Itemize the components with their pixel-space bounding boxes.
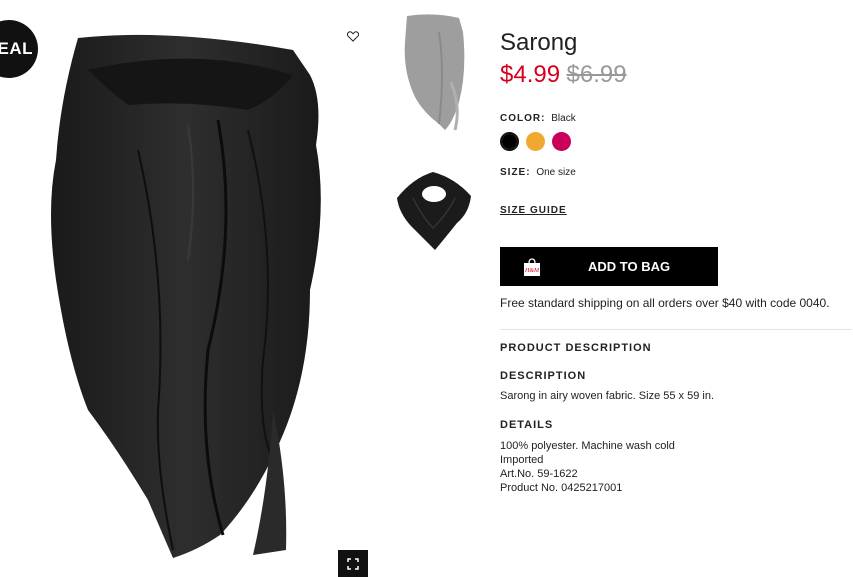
details-item: Product No. 0425217001 — [500, 482, 623, 494]
divider — [500, 329, 852, 330]
add-to-bag-button[interactable]: H&M ADD TO BAG — [500, 247, 718, 286]
shopping-bag-icon: H&M — [524, 257, 540, 276]
size-label: SIZE: — [500, 167, 531, 178]
details-heading: DETAILS — [500, 419, 554, 431]
swatch-pink[interactable] — [552, 132, 571, 151]
svg-text:H&M: H&M — [524, 268, 540, 274]
color-swatches — [500, 132, 852, 151]
shipping-note: Free standard shipping on all orders ove… — [500, 296, 830, 310]
swatch-black[interactable] — [500, 132, 519, 151]
product-description-heading[interactable]: PRODUCT DESCRIPTION — [500, 342, 652, 354]
color-selected-value: Black — [551, 113, 576, 124]
thumbnail-worn-grey[interactable] — [393, 12, 475, 134]
deal-badge-text: EAL — [0, 39, 33, 58]
main-product-image — [51, 34, 321, 558]
details-item: Art.No. 59-1622 — [500, 468, 578, 480]
color-label-row: COLOR: Black — [500, 113, 852, 125]
size-value: One size — [536, 167, 576, 178]
swatch-yellow[interactable] — [526, 132, 545, 151]
thumbnail-black-flat[interactable] — [393, 168, 475, 254]
price-row: $4.99 $6.99 — [500, 60, 852, 93]
favorite-heart-button[interactable] — [344, 27, 362, 45]
details-item: 100% polyester. Machine wash cold — [500, 440, 675, 452]
size-label-row: SIZE: One size — [500, 167, 852, 179]
expand-icon — [347, 557, 359, 570]
color-label: COLOR: — [500, 113, 546, 124]
heart-icon — [347, 30, 359, 42]
details-list: 100% polyester. Machine wash cold Import… — [500, 439, 675, 495]
details-item: Imported — [500, 454, 544, 466]
product-title: Sarong — [500, 29, 578, 56]
description-text: Sarong in airy woven fabric. Size 55 x 5… — [500, 390, 715, 402]
description-heading: DESCRIPTION — [500, 370, 587, 382]
product-info-panel: Sarong $4.99 $6.99 COLOR: Black SIZE: On… — [500, 28, 852, 494]
fullscreen-button[interactable] — [338, 550, 368, 577]
size-guide-link[interactable]: SIZE GUIDE — [500, 205, 567, 216]
original-price: $6.99 — [566, 61, 627, 88]
main-image-area: EAL — [0, 0, 380, 577]
deal-badge: EAL — [0, 20, 38, 78]
sale-price: $4.99 — [500, 61, 561, 88]
add-to-bag-label: ADD TO BAG — [588, 259, 671, 274]
